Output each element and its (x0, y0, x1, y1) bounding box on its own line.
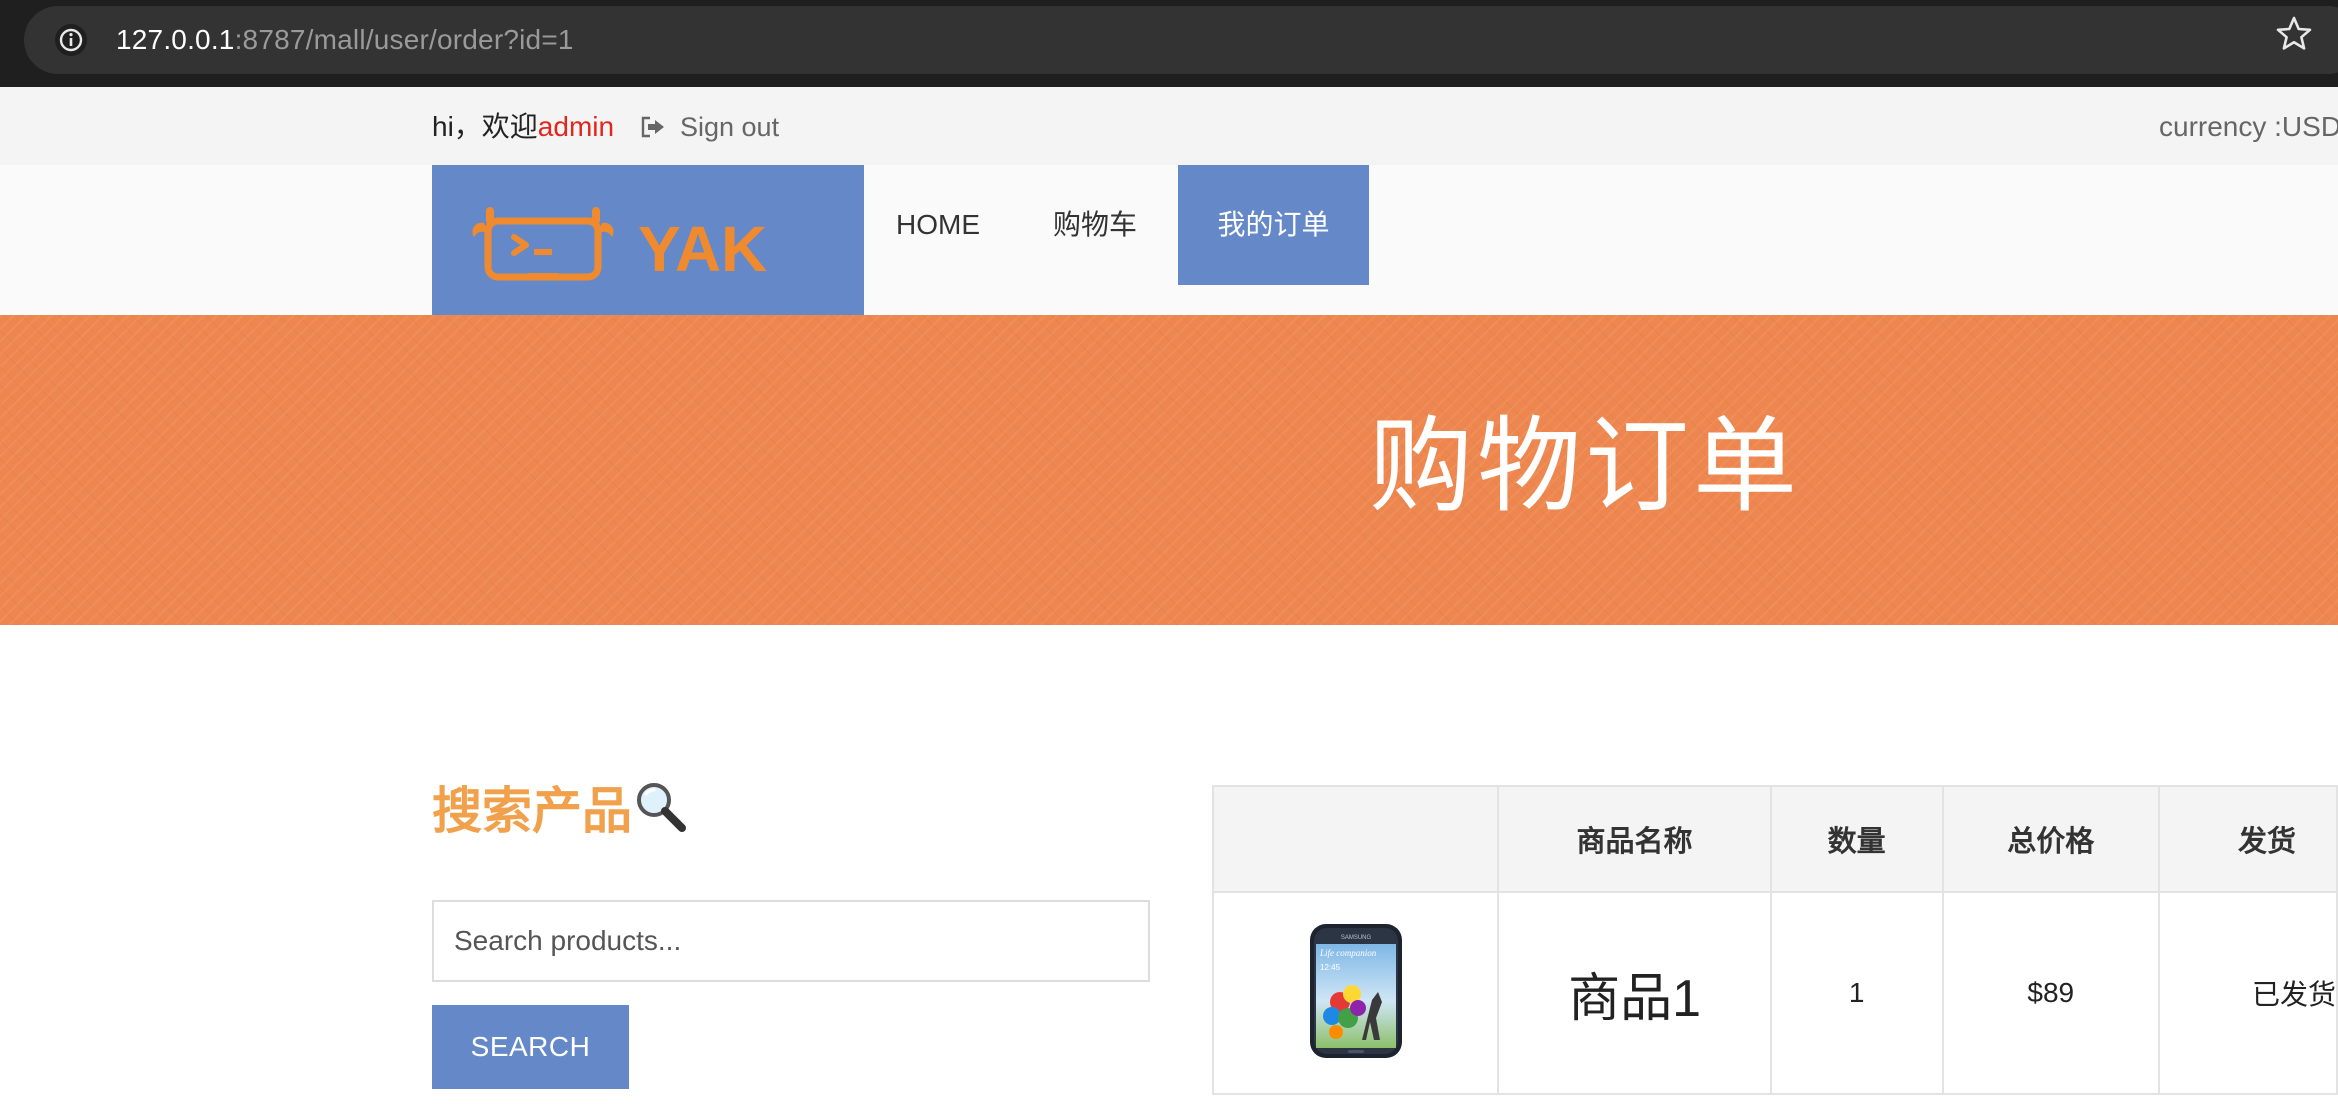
browser-toolbar: 127.0.0.1:8787/mall/user/order?id=1 (0, 0, 2338, 87)
phone-screen-text: Life companion (1319, 948, 1377, 958)
nav-my-orders[interactable]: 我的订单 (1178, 165, 1369, 285)
yak-logo-icon: YAK (472, 207, 767, 281)
search-button[interactable]: SEARCH (432, 1005, 629, 1089)
page-title: 购物订单 (1369, 409, 1802, 525)
magnifier-icon (637, 783, 686, 832)
search-heading: 搜索产品 (432, 780, 688, 841)
quantity-cell: 1 (1769, 891, 1944, 1095)
url-text[interactable]: 127.0.0.1:8787/mall/user/order?id=1 (116, 22, 574, 58)
shipping-status-cell: 已发货 (2157, 891, 2338, 1095)
table-header-row: 商品名称 数量 总价格 发货 (1211, 785, 2338, 893)
info-icon[interactable] (54, 23, 88, 57)
nav-home[interactable]: HOME (880, 165, 996, 285)
url-path: :8787/mall/user/order?id=1 (234, 24, 574, 55)
address-bar[interactable]: 127.0.0.1:8787/mall/user/order?id=1 (24, 6, 2338, 74)
sign-out-link[interactable]: Sign out (640, 109, 779, 145)
site-logo[interactable]: YAK (432, 165, 864, 315)
nav-cart[interactable]: 购物车 (1040, 165, 1150, 285)
greeting: hi，欢迎admin (432, 109, 614, 145)
page-banner: 购物订单 (0, 315, 2338, 625)
product-name-cell[interactable]: 商品1 (1497, 891, 1772, 1095)
search-input[interactable] (432, 900, 1150, 982)
currency-selector[interactable]: currency :USD (2159, 109, 2338, 145)
url-host: 127.0.0.1 (116, 24, 235, 55)
product-phone-image[interactable]: SAMSUNG Life companion 12:45 (1306, 922, 1406, 1060)
column-header-quantity: 数量 (1769, 785, 1944, 893)
table-row: SAMSUNG Life companion 12:45 商品1 1 $89 已… (1211, 891, 2338, 1095)
column-header-total-price: 总价格 (1941, 785, 2160, 893)
sign-out-icon (641, 116, 664, 138)
column-header-shipping: 发货 (2157, 785, 2338, 893)
sign-out-label: Sign out (680, 112, 780, 142)
column-header-image (1211, 785, 1500, 893)
bookmark-star-icon[interactable] (2274, 14, 2314, 54)
phone-brand-text: SAMSUNG (1340, 935, 1371, 941)
column-header-product-name: 商品名称 (1497, 785, 1772, 893)
greeting-prefix: hi，欢迎 (432, 111, 538, 142)
main-navigation: YAK HOME 购物车 我的订单 (0, 165, 2338, 315)
top-info-bar: hi，欢迎admin Sign out currency :USD (0, 87, 2338, 165)
search-heading-text: 搜索产品 (432, 783, 632, 839)
orders-table: 商品名称 数量 总价格 发货 SAMSUNG Life companion 12… (1211, 785, 2338, 1095)
logo-text: YAK (638, 213, 767, 281)
username[interactable]: admin (538, 111, 614, 142)
total-price-cell: $89 (1941, 891, 2160, 1095)
product-image-cell: SAMSUNG Life companion 12:45 (1211, 891, 1500, 1095)
phone-time-text: 12:45 (1320, 963, 1341, 972)
